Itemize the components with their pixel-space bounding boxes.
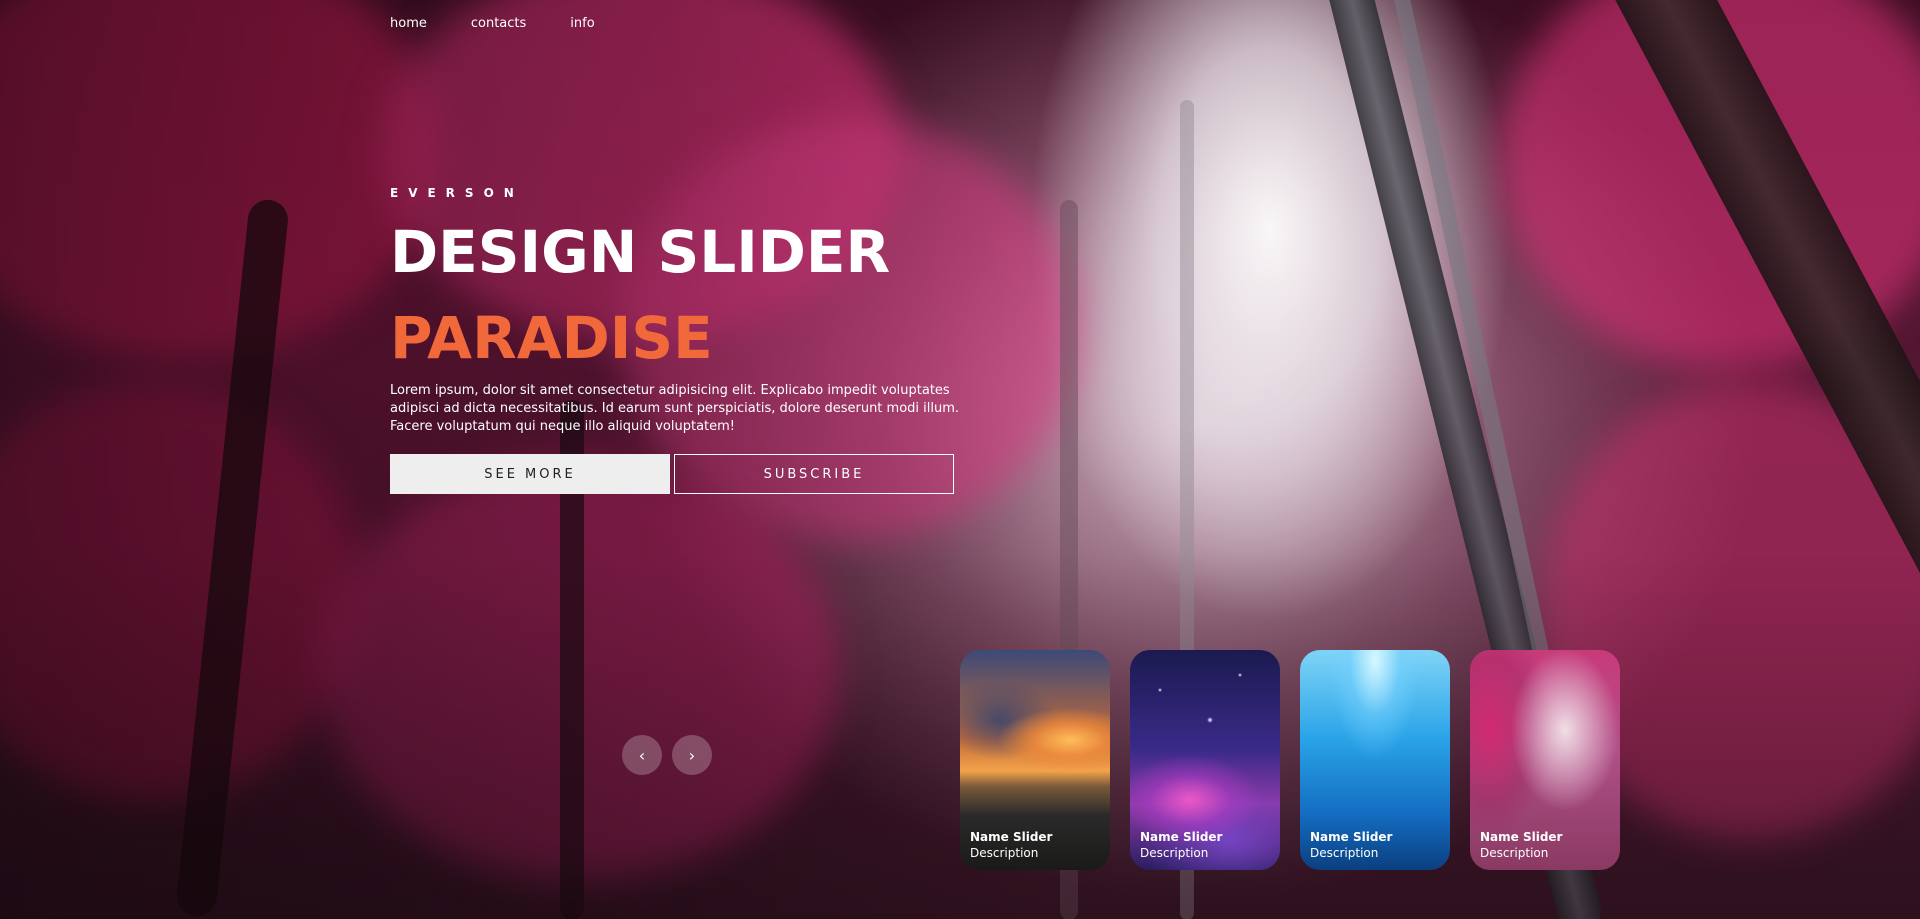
thumbnail-content: Name Slider Description (1310, 830, 1440, 860)
thumbnail-item-forest[interactable]: Name Slider Description (1470, 650, 1620, 870)
thumbnail-item-sunset[interactable]: Name Slider Description (960, 650, 1110, 870)
thumbnail-content: Name Slider Description (1480, 830, 1610, 860)
thumbnail-title: Name Slider (1310, 830, 1393, 844)
thumbnail-title: Name Slider (1480, 830, 1563, 844)
thumbnail-description: Description (1140, 846, 1209, 860)
nav-link-info[interactable]: info (570, 16, 594, 31)
hero-buttons: SEE MORE SUBSCRIBE (390, 454, 960, 494)
thumbnail-description: Description (970, 846, 1039, 860)
thumbnail-title: Name Slider (1140, 830, 1223, 844)
top-nav: home contacts info (390, 16, 595, 31)
chevron-right-icon[interactable]: › (672, 735, 712, 775)
subscribe-button[interactable]: SUBSCRIBE (674, 454, 954, 494)
thumbnail-content: Name Slider Description (1140, 830, 1270, 860)
thumbnail-item-galaxy[interactable]: Name Slider Description (1130, 650, 1280, 870)
see-more-button[interactable]: SEE MORE (390, 454, 670, 494)
author-label: EVERSON (390, 186, 524, 200)
thumbnail-list: Name Slider Description Name Slider Desc… (960, 650, 1620, 870)
slider-arrows: ‹ › (622, 735, 712, 775)
chevron-left-icon[interactable]: ‹ (622, 735, 662, 775)
thumbnail-title: Name Slider (970, 830, 1053, 844)
nav-link-home[interactable]: home (390, 16, 427, 31)
thumbnail-description: Description (1480, 846, 1549, 860)
thumbnail-content: Name Slider Description (970, 830, 1100, 860)
hero-title: DESIGN SLIDER (390, 218, 891, 286)
nav-link-contacts[interactable]: contacts (471, 16, 526, 31)
hero-topic: PARADISE (390, 304, 713, 372)
hero-content: EVERSON DESIGN SLIDER PARADISE Lorem ips… (390, 186, 960, 494)
thumbnail-item-underwater[interactable]: Name Slider Description (1300, 650, 1450, 870)
hero-description: Lorem ipsum, dolor sit amet consectetur … (390, 383, 960, 434)
thumbnail-description: Description (1310, 846, 1379, 860)
